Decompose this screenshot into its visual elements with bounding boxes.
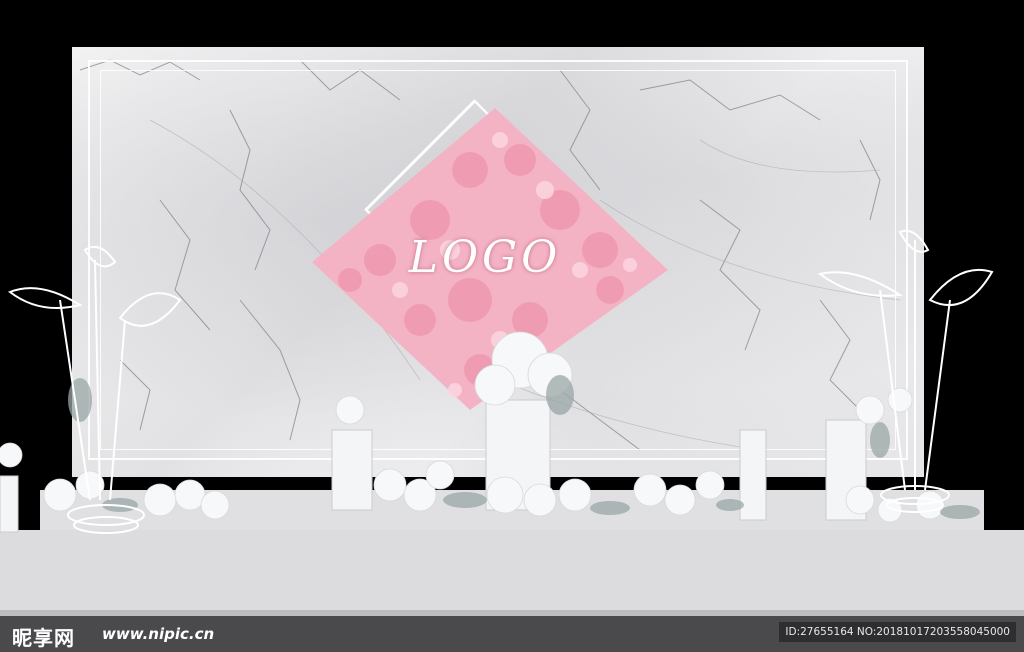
wedding-stage-scene: LOGO 昵享网 www.nipic.cn ID:27655164 NO:201… — [0, 0, 1024, 652]
floral-decor — [0, 229, 994, 534]
watermark-site-url: www.nipic.cn — [102, 625, 215, 643]
watermark-site-logo: 昵享网 — [12, 626, 75, 650]
watermark-image-id: ID:27655164 NO:20181017203558045000 — [779, 622, 1016, 642]
